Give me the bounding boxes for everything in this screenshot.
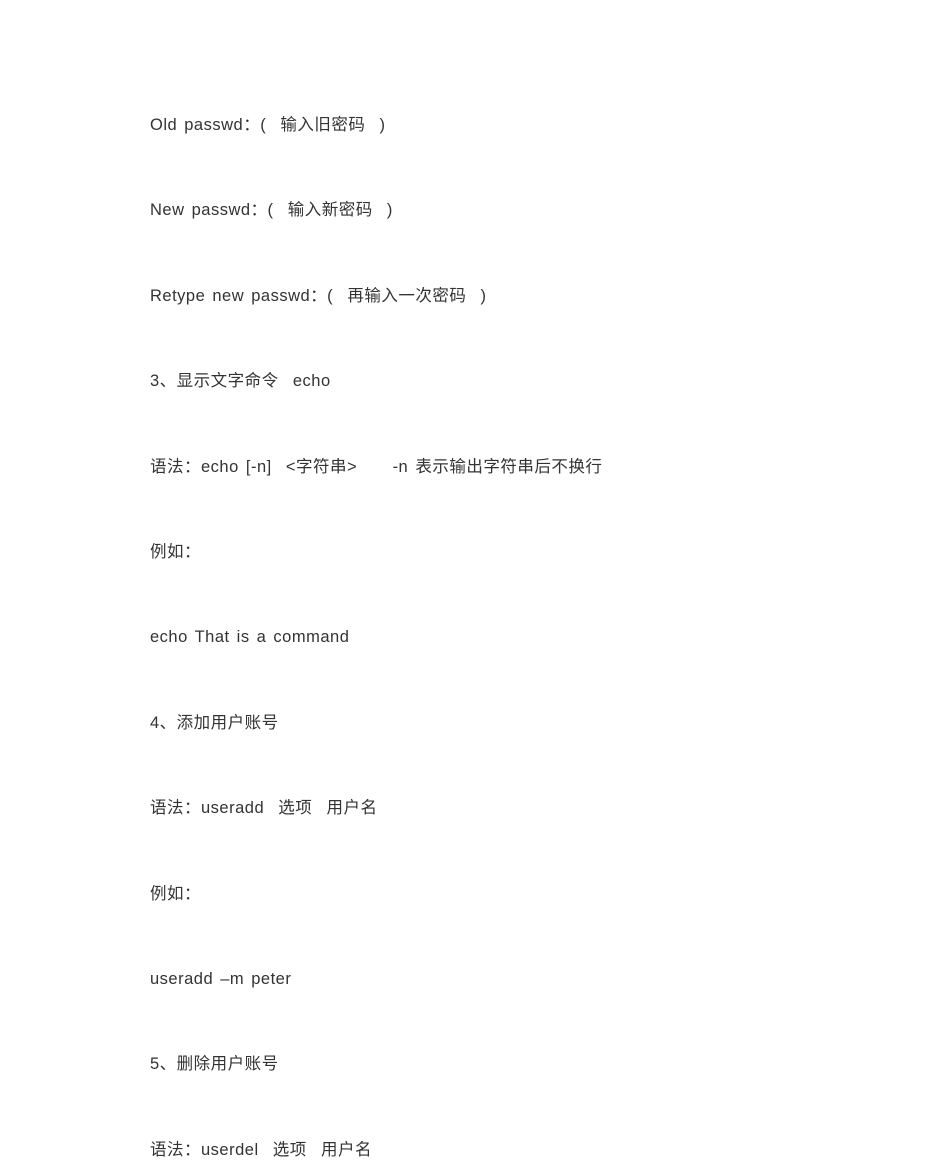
- text-line: Old passwd：( 输入旧密码 ): [150, 112, 795, 138]
- text-line: 例如：: [150, 539, 795, 565]
- text-line: 语法：userdel 选项 用户名: [150, 1137, 795, 1163]
- text-line: 3、显示文字命令 echo: [150, 368, 795, 394]
- text-line: useradd –m peter: [150, 966, 795, 992]
- text-line: New passwd：( 输入新密码 ): [150, 197, 795, 223]
- text-line: 例如：: [150, 881, 795, 907]
- text-line: 语法：echo [-n] <字符串> -n 表示输出字符串后不换行: [150, 454, 795, 480]
- text-line: echo That is a command: [150, 624, 795, 650]
- text-line: Retype new passwd：( 再输入一次密码 ): [150, 283, 795, 309]
- text-line: 5、删除用户账号: [150, 1051, 795, 1077]
- text-line: 4、添加用户账号: [150, 710, 795, 736]
- text-line: 语法：useradd 选项 用户名: [150, 795, 795, 821]
- document-page: Old passwd：( 输入旧密码 ) New passwd：( 输入新密码 …: [0, 0, 945, 1123]
